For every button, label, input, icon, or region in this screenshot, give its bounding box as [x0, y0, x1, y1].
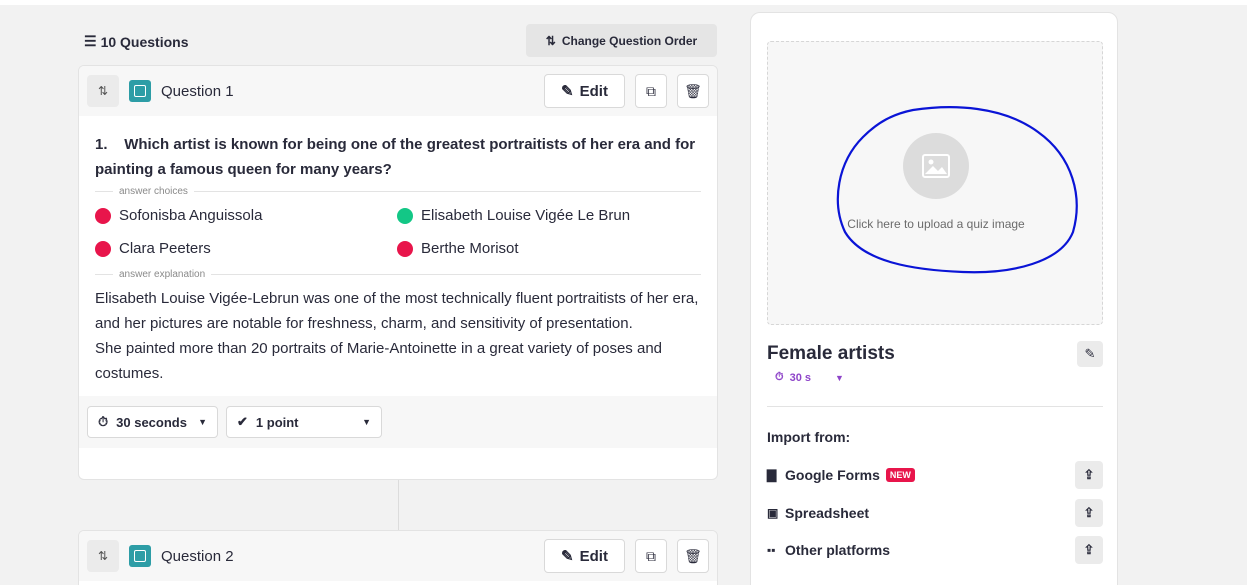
- grid-icon: ▪▪: [767, 543, 776, 557]
- divider: [767, 406, 1103, 407]
- drag-handle-icon[interactable]: ⇅: [87, 75, 119, 107]
- question-label: Question 2: [161, 547, 234, 565]
- answer-choice: Clara Peeters: [95, 232, 397, 265]
- import-other-platforms[interactable]: ▪▪ Other platforms ⇪: [767, 535, 1103, 565]
- caret-down-icon: ▼: [198, 417, 207, 427]
- question-card-header: ⇅ Question 1 ✎ Edit ⧉ 🗑: [79, 66, 717, 116]
- question-number: 1.: [95, 136, 108, 153]
- stopwatch-icon: ⏱: [775, 371, 784, 383]
- document-icon: ▇: [767, 468, 777, 482]
- question-card-1: ⇅ Question 1 ✎ Edit ⧉ 🗑 1. Which artist …: [78, 65, 718, 480]
- list-icon: ☰: [84, 33, 97, 49]
- import-google-forms[interactable]: ▇ Google Forms NEW ⇪: [767, 460, 1103, 490]
- incorrect-dot-icon: [95, 207, 111, 224]
- question-card-body: 1. Which artist is known for being one o…: [79, 116, 717, 396]
- pencil-icon: ✎: [1084, 346, 1096, 361]
- question-card-footer: ⏱ 30 seconds ▼ ✔ 1 point ▼: [79, 396, 717, 448]
- copy-icon: ⧉: [646, 547, 656, 564]
- edit-label: Edit: [579, 82, 608, 100]
- quiz-title: Female artists: [767, 343, 895, 364]
- caret-down-icon: ▼: [362, 417, 371, 427]
- new-badge: NEW: [885, 468, 915, 482]
- answer-explanation-label: answer explanation: [95, 269, 701, 280]
- questions-count-label: 10 Questions: [100, 33, 189, 50]
- duplicate-button[interactable]: ⧉: [635, 74, 667, 108]
- incorrect-dot-icon: [397, 240, 413, 257]
- answer-choices: Sofonisba Anguissola Elisabeth Louise Vi…: [95, 199, 701, 265]
- import-title: Import from:: [767, 429, 851, 445]
- sort-icon: ⇅: [545, 33, 556, 48]
- pencil-icon: ✎: [561, 83, 574, 100]
- answer-choice: Elisabeth Louise Vigée Le Brun: [397, 199, 697, 232]
- question-label: Question 1: [161, 82, 234, 100]
- pencil-icon: ✎: [561, 548, 574, 565]
- question-card-header: ⇅ Question 2 ✎ Edit ⧉ 🗑: [79, 531, 717, 581]
- checkbox-type-icon: [129, 545, 151, 567]
- question-body: Which artist is known for being one of t…: [95, 136, 696, 178]
- delete-button[interactable]: 🗑: [677, 74, 709, 108]
- check-circle-icon: ✔: [237, 414, 248, 429]
- stopwatch-icon: ⏱: [98, 414, 109, 429]
- upload-icon[interactable]: ⇪: [1075, 461, 1103, 489]
- spreadsheet-icon: ▣: [767, 506, 779, 520]
- question-card-2: ⇅ Question 2 ✎ Edit ⧉ 🗑: [78, 530, 718, 585]
- edit-button[interactable]: ✎ Edit: [544, 74, 625, 108]
- change-question-order-button[interactable]: ⇅ Change Question Order: [526, 24, 717, 57]
- trash-icon: 🗑: [684, 547, 702, 564]
- time-select[interactable]: ⏱ 30 seconds ▼: [87, 406, 218, 438]
- questions-count: ☰ 10 Questions: [84, 33, 188, 50]
- hand-drawn-circle-annotation: [836, 106, 1078, 274]
- upload-icon[interactable]: ⇪: [1075, 499, 1103, 527]
- quiz-timer-select[interactable]: ⏱ 30 s ▼: [775, 371, 844, 384]
- question-connector: [398, 480, 399, 530]
- delete-button[interactable]: 🗑: [677, 539, 709, 573]
- edit-label: Edit: [579, 547, 608, 565]
- checkbox-type-icon: [129, 80, 151, 102]
- answer-explanation: Elisabeth Louise Vigée-Lebrun was one of…: [95, 290, 699, 382]
- correct-dot-icon: [397, 207, 413, 224]
- answer-choice: Berthe Morisot: [397, 232, 697, 265]
- question-text: 1. Which artist is known for being one o…: [95, 132, 701, 182]
- answer-choice: Sofonisba Anguissola: [95, 199, 397, 232]
- edit-title-button[interactable]: ✎: [1077, 341, 1103, 367]
- incorrect-dot-icon: [95, 240, 111, 257]
- quiz-image-upload[interactable]: Click here to upload a quiz image: [767, 41, 1103, 325]
- answer-choices-label: answer choices: [95, 186, 701, 197]
- quiz-settings-panel: Click here to upload a quiz image Female…: [750, 12, 1118, 585]
- upload-icon[interactable]: ⇪: [1075, 536, 1103, 564]
- caret-down-icon: ▼: [835, 372, 844, 383]
- change-order-label: Change Question Order: [561, 33, 698, 48]
- edit-button[interactable]: ✎ Edit: [544, 539, 625, 573]
- trash-icon: 🗑: [684, 82, 702, 99]
- drag-handle-icon[interactable]: ⇅: [87, 540, 119, 572]
- top-strip: [0, 0, 1247, 5]
- duplicate-button[interactable]: ⧉: [635, 539, 667, 573]
- copy-icon: ⧉: [646, 82, 656, 99]
- import-spreadsheet[interactable]: ▣ Spreadsheet ⇪: [767, 498, 1103, 528]
- points-select[interactable]: ✔ 1 point ▼: [226, 406, 382, 438]
